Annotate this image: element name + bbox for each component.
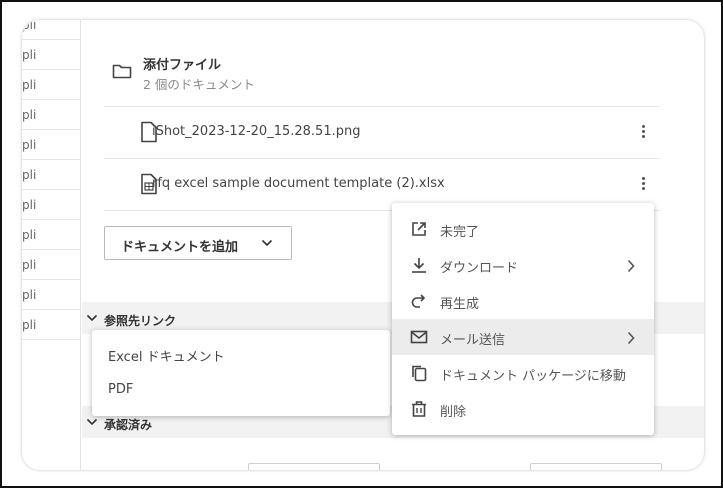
menu-item-move-to-package[interactable]: ドキュメント パッケージに移動 [392, 355, 654, 391]
menu-item-send-email[interactable]: メール送信 [392, 319, 654, 355]
submenu-item-label: PDF [108, 382, 134, 397]
menu-item-download[interactable]: ダウンロード [392, 247, 654, 283]
document-panel: pli pli pli pli pli pli pli pli pli pli … [22, 20, 704, 470]
submenu-item-label: Excel ドキュメント [108, 350, 225, 365]
attachment-name[interactable]: rfq excel sample document template (2).x… [152, 176, 445, 191]
list-item[interactable]: pli [22, 160, 80, 190]
mail-icon [410, 330, 428, 344]
file-context-menu: 未完了 ダウンロード 再生成 メール送信 ドキュメント パッケージに移動 削除 [392, 203, 654, 435]
left-list-column: pli pli pli pli pli pli pli pli pli pli … [22, 20, 81, 470]
list-item[interactable]: pli [22, 70, 80, 100]
copy-icon [412, 365, 427, 382]
trash-icon [412, 401, 426, 417]
divider [104, 158, 660, 159]
redo-icon [411, 294, 426, 308]
list-item[interactable]: pli [22, 190, 80, 220]
attachment-row[interactable]: iShot_2023-12-20_15.28.51.png [104, 108, 660, 158]
menu-item-delete[interactable]: 削除 [392, 391, 654, 427]
menu-item-label: 再生成 [440, 297, 480, 312]
menu-item-label: ダウンロード [440, 261, 519, 276]
references-section-title: 参照先リンク [104, 314, 177, 328]
list-item[interactable]: pli [22, 220, 80, 250]
screenshot-frame: pli pli pli pli pli pli pli pli pli pli … [0, 0, 723, 488]
list-item[interactable]: pli [22, 100, 80, 130]
chevron-down-icon[interactable] [86, 417, 98, 427]
list-item[interactable]: pli [22, 250, 80, 280]
open-external-icon [412, 222, 426, 236]
attachment-name[interactable]: iShot_2023-12-20_15.28.51.png [152, 124, 360, 139]
attachments-count: 2 個のドキュメント [143, 77, 255, 92]
list-item[interactable]: pli [22, 40, 80, 70]
email-format-submenu: Excel ドキュメント PDF [92, 330, 390, 416]
list-item[interactable]: pli [22, 130, 80, 160]
submenu-item-pdf[interactable]: PDF [92, 372, 390, 408]
menu-item-label: ドキュメント パッケージに移動 [440, 369, 626, 384]
menu-item-label: 削除 [440, 405, 467, 420]
submenu-item-excel[interactable]: Excel ドキュメント [92, 336, 390, 372]
chevron-down-icon [261, 239, 273, 247]
approved-section-title: 承認済み [104, 418, 153, 432]
download-icon [412, 258, 426, 273]
chevron-down-icon[interactable] [86, 313, 98, 323]
list-item[interactable]: pli [22, 280, 80, 310]
more-options-icon[interactable] [638, 175, 648, 195]
menu-item-incomplete[interactable]: 未完了 [392, 211, 654, 247]
list-item[interactable]: pli [22, 20, 80, 40]
add-document-button[interactable]: ドキュメントを追加 [104, 226, 292, 260]
bottom-button[interactable] [248, 463, 380, 470]
chevron-right-icon [627, 259, 635, 273]
menu-item-label: 未完了 [440, 225, 480, 240]
folder-icon [112, 64, 132, 79]
add-document-label: ドキュメントを追加 [121, 240, 239, 255]
menu-item-regenerate[interactable]: 再生成 [392, 283, 654, 319]
divider [104, 106, 660, 107]
attachments-title: 添付ファイル [143, 58, 222, 73]
bottom-button[interactable] [530, 463, 662, 470]
menu-item-label: メール送信 [440, 333, 506, 348]
chevron-right-icon [627, 331, 635, 345]
list-item[interactable]: pli [22, 310, 80, 340]
more-options-icon[interactable] [638, 123, 648, 143]
